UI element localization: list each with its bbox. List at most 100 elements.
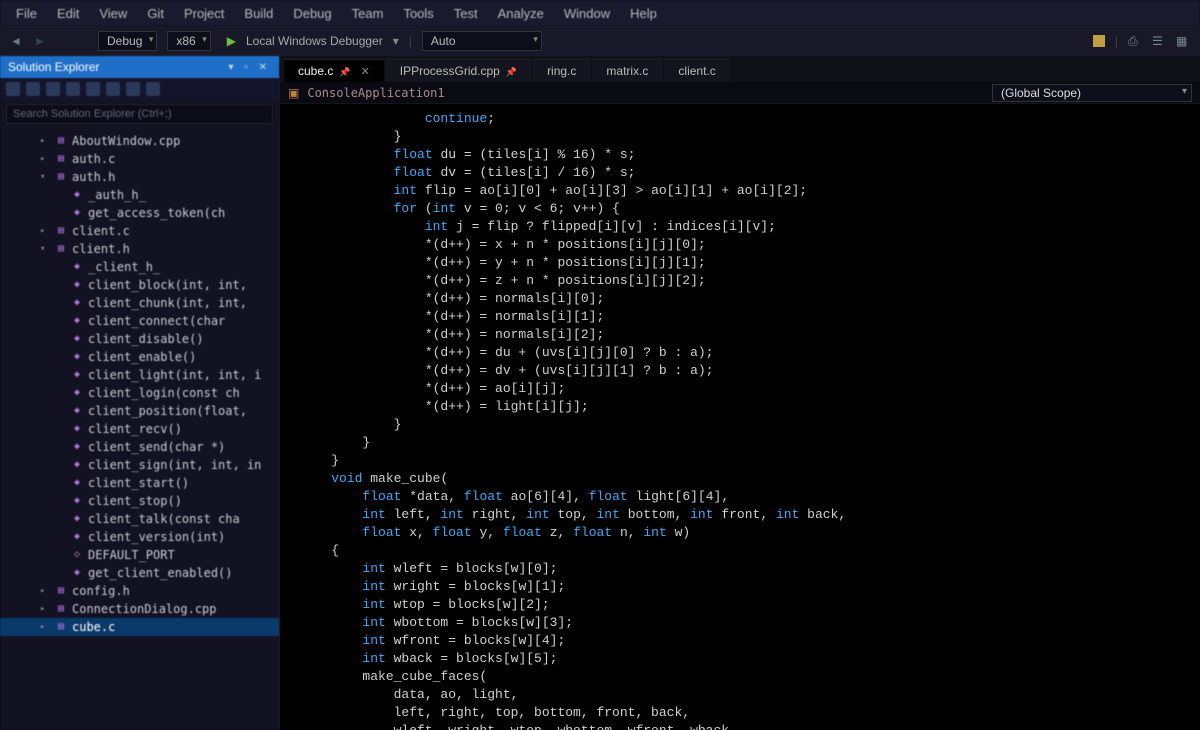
- code-line[interactable]: *(d++) = du + (uvs[i][j][0] ? b : a);: [300, 344, 1200, 362]
- menu-help[interactable]: Help: [624, 4, 663, 23]
- breadcrumb[interactable]: ConsoleApplication1: [307, 86, 444, 100]
- code-line[interactable]: *(d++) = normals[i][2];: [300, 326, 1200, 344]
- tree-item[interactable]: ◈client_light(int, int, i: [0, 366, 279, 384]
- nav-fwd-icon[interactable]: ►: [34, 34, 48, 48]
- scope-dropdown[interactable]: (Global Scope): [992, 84, 1192, 102]
- tree-item[interactable]: ◈client_disable(): [0, 330, 279, 348]
- show-all-icon[interactable]: [66, 82, 80, 96]
- chevron-icon[interactable]: ▸: [40, 150, 50, 168]
- toolbar-icon-1[interactable]: [1093, 35, 1105, 47]
- tree-item[interactable]: ▾▤client.h: [0, 240, 279, 258]
- menu-build[interactable]: Build: [238, 4, 279, 23]
- code-line[interactable]: *(d++) = light[i][j];: [300, 398, 1200, 416]
- tree-item[interactable]: ◇DEFAULT_PORT: [0, 546, 279, 564]
- toolbar-icon-2[interactable]: ⎙: [1128, 34, 1142, 48]
- tool-icon-b[interactable]: [146, 82, 160, 96]
- chevron-icon[interactable]: ▾: [40, 240, 50, 258]
- solution-platform-dropdown[interactable]: Auto: [422, 31, 542, 51]
- code-line[interactable]: wleft, wright, wtop, wbottom, wfront, wb…: [300, 722, 1200, 730]
- tree-item[interactable]: ▸▤ConnectionDialog.cpp: [0, 600, 279, 618]
- editor-tab[interactable]: client.c: [664, 59, 729, 82]
- code-line[interactable]: continue;: [300, 110, 1200, 128]
- chevron-icon[interactable]: ▸: [40, 222, 50, 240]
- toolbar-icon-4[interactable]: ▦: [1176, 34, 1190, 48]
- config-dropdown[interactable]: Debug: [98, 31, 157, 51]
- code-line[interactable]: int wbottom = blocks[w][3];: [300, 614, 1200, 632]
- tree-item[interactable]: ◈client_talk(const cha: [0, 510, 279, 528]
- menu-window[interactable]: Window: [558, 4, 616, 23]
- code-line[interactable]: *(d++) = x + n * positions[i][j][0];: [300, 236, 1200, 254]
- code-line[interactable]: *(d++) = dv + (uvs[i][j][1] ? b : a);: [300, 362, 1200, 380]
- code-line[interactable]: for (int v = 0; v < 6; v++) {: [300, 200, 1200, 218]
- code-line[interactable]: int wback = blocks[w][5];: [300, 650, 1200, 668]
- tree-item[interactable]: ◈client_send(char *): [0, 438, 279, 456]
- chevron-icon[interactable]: ▸: [40, 600, 50, 618]
- code-line[interactable]: float x, float y, float z, float n, int …: [300, 524, 1200, 542]
- chevron-icon[interactable]: ▾: [40, 168, 50, 186]
- tree-item[interactable]: ◈_auth_h_: [0, 186, 279, 204]
- chevron-icon[interactable]: ▸: [40, 618, 50, 636]
- start-debug-icon[interactable]: ▶: [227, 34, 236, 48]
- nav-back-icon[interactable]: ◄: [10, 34, 24, 48]
- toolbar-icon-3[interactable]: ☰: [1152, 34, 1166, 48]
- panel-window-buttons[interactable]: ▾ ▫ ✕: [229, 62, 272, 73]
- code-line[interactable]: float dv = (tiles[i] / 16) * s;: [300, 164, 1200, 182]
- code-line[interactable]: data, ao, light,: [300, 686, 1200, 704]
- code-line[interactable]: int wtop = blocks[w][2];: [300, 596, 1200, 614]
- menu-file[interactable]: File: [10, 4, 43, 23]
- tree-item[interactable]: ◈client_sign(int, int, in: [0, 456, 279, 474]
- solution-tree[interactable]: ▸▤AboutWindow.cpp▸▤auth.c▾▤auth.h◈_auth_…: [0, 128, 279, 730]
- code-line[interactable]: make_cube_faces(: [300, 668, 1200, 686]
- chevron-icon[interactable]: ▸: [40, 132, 50, 150]
- editor-tab[interactable]: IPProcessGrid.cpp📌: [386, 59, 531, 82]
- properties-icon[interactable]: [86, 82, 100, 96]
- menu-test[interactable]: Test: [448, 4, 484, 23]
- menu-view[interactable]: View: [93, 4, 133, 23]
- code-line[interactable]: }: [300, 128, 1200, 146]
- menu-tools[interactable]: Tools: [397, 4, 439, 23]
- code-line[interactable]: *(d++) = normals[i][0];: [300, 290, 1200, 308]
- menu-git[interactable]: Git: [141, 4, 170, 23]
- tree-item[interactable]: ◈client_chunk(int, int,: [0, 294, 279, 312]
- tree-item[interactable]: ◈client_enable(): [0, 348, 279, 366]
- menu-project[interactable]: Project: [178, 4, 230, 23]
- tree-item[interactable]: ◈get_access_token(ch: [0, 204, 279, 222]
- pin-icon[interactable]: 📌: [506, 67, 517, 77]
- tree-item[interactable]: ▸▤client.c: [0, 222, 279, 240]
- code-line[interactable]: int wright = blocks[w][1];: [300, 578, 1200, 596]
- code-line[interactable]: int left, int right, int top, int bottom…: [300, 506, 1200, 524]
- tree-item[interactable]: ▸▤config.h: [0, 582, 279, 600]
- code-line[interactable]: }: [300, 452, 1200, 470]
- tree-item[interactable]: ▾▤auth.h: [0, 168, 279, 186]
- tree-item[interactable]: ◈client_block(int, int,: [0, 276, 279, 294]
- code-line[interactable]: int j = flip ? flipped[i][v] : indices[i…: [300, 218, 1200, 236]
- sync-icon[interactable]: [26, 82, 40, 96]
- tree-item[interactable]: ◈client_version(int): [0, 528, 279, 546]
- code-line[interactable]: float *data, float ao[6][4], float light…: [300, 488, 1200, 506]
- code-line[interactable]: }: [300, 416, 1200, 434]
- menu-debug[interactable]: Debug: [287, 4, 337, 23]
- code-line[interactable]: {: [300, 542, 1200, 560]
- tree-item[interactable]: ◈_client_h_: [0, 258, 279, 276]
- tree-item[interactable]: ◈get_client_enabled(): [0, 564, 279, 582]
- collapse-icon[interactable]: [106, 82, 120, 96]
- code-editor[interactable]: continue; } float du = (tiles[i] % 16) *…: [280, 104, 1200, 730]
- code-line[interactable]: int wleft = blocks[w][0];: [300, 560, 1200, 578]
- tree-item[interactable]: ◈client_connect(char: [0, 312, 279, 330]
- chevron-icon[interactable]: ▸: [40, 582, 50, 600]
- menu-team[interactable]: Team: [346, 4, 390, 23]
- tree-item[interactable]: ◈client_stop(): [0, 492, 279, 510]
- home-icon[interactable]: [6, 82, 20, 96]
- tree-item[interactable]: ◈client_position(float,: [0, 402, 279, 420]
- code-line[interactable]: int wfront = blocks[w][4];: [300, 632, 1200, 650]
- editor-tab[interactable]: matrix.c: [592, 59, 662, 82]
- close-icon[interactable]: ✕: [361, 66, 370, 78]
- tree-item[interactable]: ◈client_recv(): [0, 420, 279, 438]
- code-line[interactable]: *(d++) = ao[i][j];: [300, 380, 1200, 398]
- run-target[interactable]: Local Windows Debugger: [246, 34, 383, 48]
- code-line[interactable]: void make_cube(: [300, 470, 1200, 488]
- code-line[interactable]: }: [300, 434, 1200, 452]
- refresh-icon[interactable]: [46, 82, 60, 96]
- tree-item[interactable]: ▸▤AboutWindow.cpp: [0, 132, 279, 150]
- editor-tab[interactable]: ring.c: [533, 59, 590, 82]
